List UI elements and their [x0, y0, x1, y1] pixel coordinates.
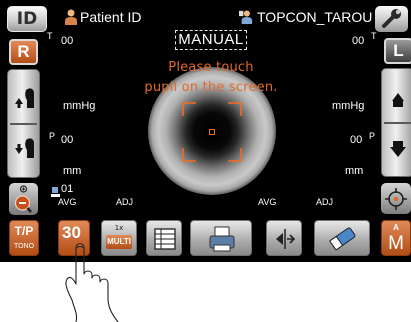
left-eye-button[interactable]: L [384, 38, 411, 64]
hand-pointer-icon [65, 242, 119, 322]
operator-name: TOPCON_TAROU [257, 9, 373, 25]
printer-icon [209, 226, 235, 252]
tp-label: T/P [14, 224, 34, 238]
chinrest-down-icon[interactable] [382, 125, 411, 177]
chinrest-down-icon[interactable] [8, 126, 41, 178]
alignment-dot [209, 129, 215, 135]
right-iop-unit: mmHg [63, 100, 96, 112]
top-bar: ID Patient ID TOPCON_TAROU [0, 0, 411, 34]
auto-manual-button[interactable]: A M [381, 220, 411, 256]
right-iop-value: 00 [61, 35, 74, 47]
target-icon [385, 188, 407, 210]
patient-id-label: Patient ID [80, 9, 142, 25]
right-t-marker: T [47, 31, 53, 41]
right-p-value: 00 [61, 134, 74, 146]
multi-count-tag: 1x [114, 224, 124, 232]
right-p-unit: mm [63, 165, 82, 177]
left-iop-unit: mmHg [332, 100, 365, 112]
right-eye-button[interactable]: R [9, 39, 38, 65]
list-button[interactable] [146, 220, 182, 256]
left-p-unit: mm [345, 165, 364, 177]
patient-icon [65, 9, 77, 25]
right-avg-label: AVG [58, 197, 77, 207]
auto-tag: A [393, 223, 399, 232]
right-adj-label: ADJ [116, 197, 134, 207]
eraser-icon [329, 227, 356, 251]
id-button[interactable]: ID [7, 6, 47, 32]
left-p-value: 00 [350, 134, 363, 146]
panel-divider [384, 122, 411, 124]
arrow-icon [276, 229, 296, 249]
left-adj-label: ADJ [316, 197, 334, 207]
left-t-marker: T [371, 31, 377, 41]
print-button[interactable] [190, 220, 252, 256]
zoom-out-button[interactable] [9, 183, 38, 215]
prompt-line-1: Please touch [168, 60, 254, 75]
left-p-marker: P [369, 131, 376, 141]
settings-button[interactable] [375, 6, 408, 32]
mode-indicator: MANUAL [175, 30, 247, 50]
chinrest-control-left [7, 69, 40, 178]
count-icon [51, 184, 60, 197]
tono-label: TONO [13, 243, 35, 250]
prompt-line-2: pupil on the screen. [144, 80, 278, 95]
measurement-count: 01 [61, 183, 74, 195]
panel-divider [10, 123, 37, 125]
alignment-button[interactable] [266, 220, 302, 256]
manual-label: M [388, 233, 404, 254]
chinrest-control-right [381, 68, 411, 177]
chinrest-up-icon[interactable] [382, 71, 411, 123]
chinrest-up-icon[interactable] [8, 72, 41, 124]
right-p-marker: P [49, 131, 56, 141]
target-button[interactable] [381, 183, 411, 214]
operator-icon [239, 10, 253, 24]
left-iop-value: 00 [352, 35, 365, 47]
tp-tono-button[interactable]: T/P TONO [9, 220, 39, 256]
left-avg-label: AVG [258, 197, 277, 207]
wrench-icon [382, 9, 401, 28]
list-icon [154, 228, 176, 250]
erase-button[interactable] [314, 220, 370, 256]
zoom-out-icon [14, 185, 32, 213]
device-screen: ID Patient ID TOPCON_TAROU R L T 00 mmHg… [0, 0, 411, 262]
